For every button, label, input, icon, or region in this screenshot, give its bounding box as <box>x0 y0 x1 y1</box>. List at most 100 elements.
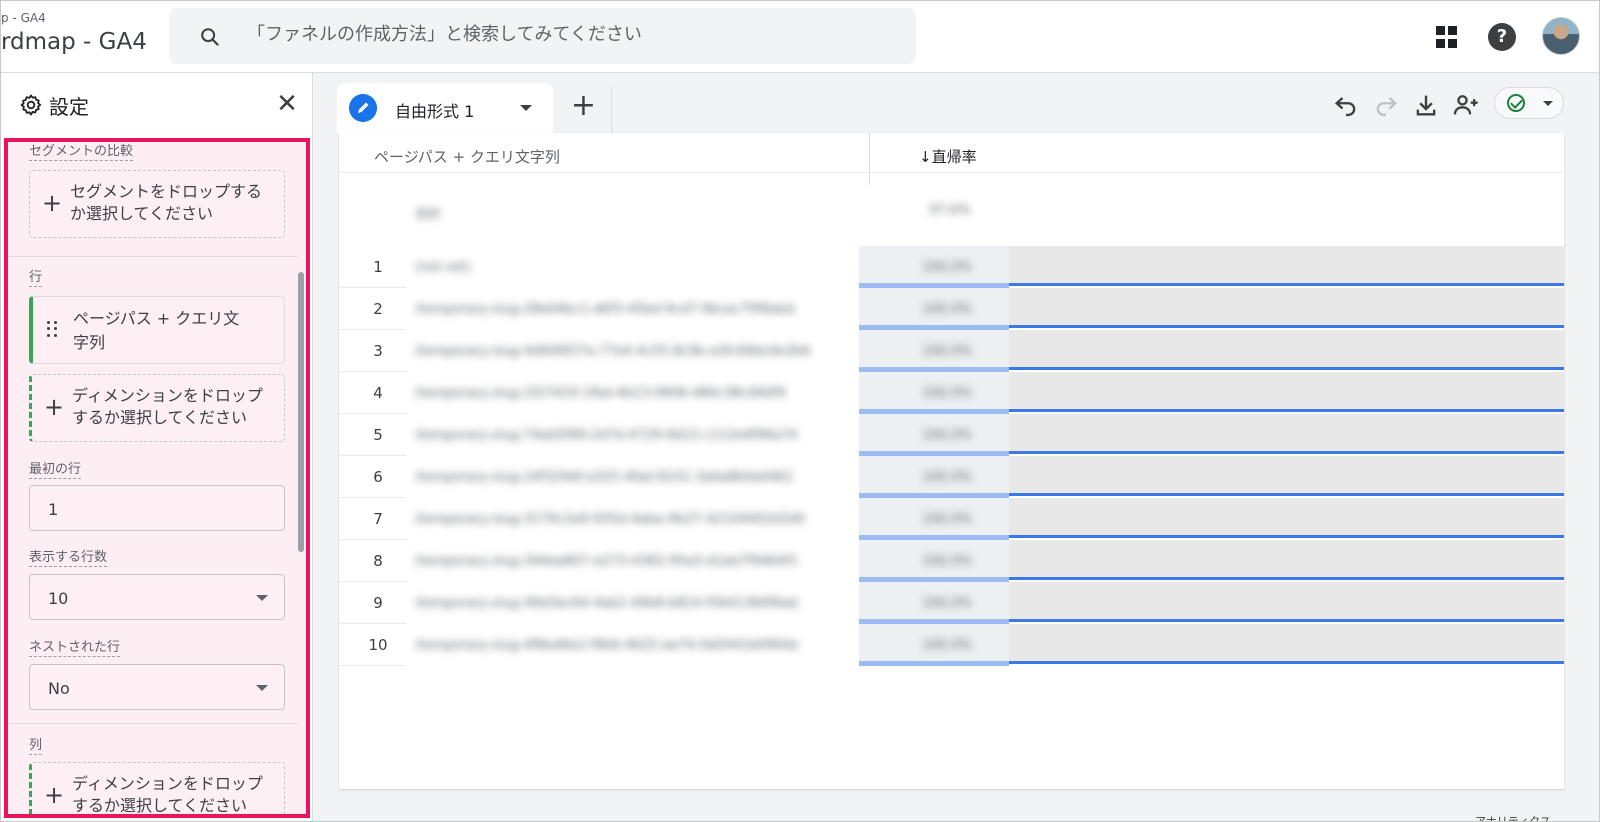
row-dimension-value: /temporary-slug-1f27419-1fbd-4b13-9906-4… <box>415 386 786 401</box>
row-number: 8 <box>373 552 383 570</box>
row-metric-value: 100.0% <box>922 470 972 485</box>
row-metric-value: 100.0% <box>922 638 972 653</box>
plus-icon: + <box>44 781 65 809</box>
rows-to-show-value: 10 <box>48 589 69 608</box>
app-window: p - GA4 rdmap - GA4 ? 設定 ✕ セグメントの比較 <box>0 0 1600 822</box>
row-metric-value: 100.0% <box>922 596 972 611</box>
dimension-column-header[interactable]: ページパス + クエリ文字列 <box>374 146 560 167</box>
rows-to-show-select[interactable]: 10 <box>29 574 285 620</box>
table-row[interactable]: 10 /temporary-slug-4f8ed6e2-f9b6-4625-ae… <box>339 624 1564 666</box>
plus-icon: + <box>44 393 65 421</box>
nested-rows-select[interactable]: No <box>29 664 285 710</box>
plus-icon: + <box>42 189 63 217</box>
top-bar: p - GA4 rdmap - GA4 ? <box>1 1 1599 73</box>
rows-label: 行 <box>29 270 43 287</box>
add-tab-button[interactable]: + <box>556 83 612 133</box>
row-number: 6 <box>373 468 383 486</box>
segment-drop-zone[interactable]: + セグメントをドロップするか選択してください <box>29 170 285 238</box>
row-metric-value: 100.0% <box>922 512 972 527</box>
row-metric-value: 100.0% <box>922 260 972 275</box>
report-table: ページパス + クエリ文字列 ↓直帰率 合計 97.6% 1 (not set)… <box>339 133 1564 789</box>
row-metric-value: 100.0% <box>922 302 972 317</box>
chevron-down-icon[interactable] <box>520 105 532 111</box>
pencil-icon[interactable] <box>349 94 377 122</box>
row-metric-value: 100.0% <box>922 386 972 401</box>
row-dimension-value: /temporary-slug-344ea807-e273-4382-95a3-… <box>415 554 799 569</box>
table-row[interactable]: 9 /temporary-slug-49d3ac64-4ab2-49b8-b81… <box>339 582 1564 624</box>
row-metric-value: 100.0% <box>922 344 972 359</box>
total-value: 97.6% <box>929 203 971 218</box>
row-dimension-label: ページパス + クエリ文字列 <box>73 309 240 352</box>
rows-to-show-label: 表示する行数 <box>29 550 108 567</box>
help-icon[interactable]: ? <box>1488 23 1516 51</box>
tab-label: 自由形式 1 <box>395 102 475 121</box>
total-label: 合計 <box>415 207 442 222</box>
table-row[interactable]: 5 /temporary-slug-74ab5f99-2d7d-4729-9d1… <box>339 414 1564 456</box>
settings-title: 設定 <box>49 95 89 119</box>
row-number: 7 <box>373 510 383 528</box>
tab-freeform-1[interactable]: 自由形式 1 <box>337 83 553 133</box>
row-dimension-value: /temporary-slug-4d649f27a-77e4-4c55-8c9b… <box>415 344 811 359</box>
apps-icon[interactable] <box>1433 23 1461 51</box>
search-box[interactable] <box>169 8 916 64</box>
settings-panel: 設定 ✕ セグメントの比較 + セグメントをドロップするか選択してください 行 … <box>1 73 313 821</box>
nested-rows-value: No <box>48 679 70 698</box>
table-row[interactable]: 4 /temporary-slug-1f27419-1fbd-4b13-9906… <box>339 372 1564 414</box>
divider <box>8 723 298 724</box>
segment-drop-text: セグメントをドロップするか選択してください <box>70 182 263 223</box>
row-dimension-value: /temporary-slug-49d3ac64-4ab2-49b8-b814-… <box>415 596 798 611</box>
gear-icon <box>20 94 42 116</box>
chevron-down-icon <box>1543 101 1553 106</box>
row-number: 4 <box>373 384 383 402</box>
search-icon <box>201 28 220 47</box>
first-row-input[interactable]: 1 <box>29 485 285 531</box>
row-dimension-value: /temporary-slug-28e04bc1-d6f3-45bd-9cd7-… <box>415 302 795 317</box>
metric-column-header[interactable]: ↓直帰率 <box>919 146 977 167</box>
row-dimension-value: /temporary-slug-4f8ed6e2-f9b6-4625-ae74-… <box>415 638 799 653</box>
avatar[interactable] <box>1542 17 1580 55</box>
nested-rows-label: ネストされた行 <box>29 640 121 657</box>
row-number: 2 <box>373 300 383 318</box>
first-row-label: 最初の行 <box>29 462 82 479</box>
download-icon[interactable] <box>1412 91 1440 119</box>
dimension-drop-text: ディメンションをドロップするか選択してください <box>72 386 263 427</box>
chevron-down-icon <box>256 685 268 691</box>
redo-icon[interactable] <box>1372 91 1400 119</box>
row-dimension-value: (not set) <box>415 260 471 275</box>
table-row[interactable]: 8 /temporary-slug-344ea807-e273-4382-95a… <box>339 540 1564 582</box>
chevron-down-icon <box>256 595 268 601</box>
column-divider <box>869 133 870 185</box>
header-divider <box>339 172 1564 173</box>
table-row[interactable]: 6 /temporary-slug-24f329df-a325-4fad-810… <box>339 456 1564 498</box>
status-menu[interactable] <box>1494 87 1564 119</box>
row-dimension-value: /temporary-slug-24f329df-a325-4fad-8101-… <box>415 470 794 485</box>
first-row-value: 1 <box>48 500 59 519</box>
table-row[interactable]: 2 /temporary-slug-28e04bc1-d6f3-45bd-9cd… <box>339 288 1564 330</box>
column-drop-text: ディメンションをドロップするか選択してください <box>72 774 263 815</box>
row-number: 10 <box>368 636 388 654</box>
row-metric-value: 100.0% <box>922 428 972 443</box>
close-icon[interactable]: ✕ <box>275 91 299 117</box>
segment-compare-label: セグメントの比較 <box>29 144 134 161</box>
drag-handle-icon[interactable] <box>47 321 57 337</box>
property-title[interactable]: rdmap - GA4 <box>1 29 147 55</box>
row-dimension-value: /temporary-slug-74ab5f99-2d7d-4729-9d12-… <box>415 428 798 443</box>
footer-hint: アナリティクス <box>1475 815 1551 822</box>
table-row[interactable]: 3 /temporary-slug-4d649f27a-77e4-4c55-8c… <box>339 330 1564 372</box>
dimension-drop-zone[interactable]: + ディメンションをドロップするか選択してください <box>29 374 285 442</box>
table-row[interactable]: 1 (not set) 100.0% <box>339 246 1564 288</box>
row-number: 3 <box>373 342 383 360</box>
breadcrumb[interactable]: p - GA4 <box>1 11 46 25</box>
row-dimension-chip[interactable]: ページパス + クエリ文字列 <box>29 296 285 364</box>
row-dimension-value: /temporary-slug-3179c2a9-935d-4aba-9b27-… <box>415 512 806 527</box>
scrollbar[interactable] <box>298 272 304 552</box>
table-row[interactable]: 7 /temporary-slug-3179c2a9-935d-4aba-9b2… <box>339 498 1564 540</box>
undo-icon[interactable] <box>1332 91 1360 119</box>
share-user-icon[interactable] <box>1452 91 1480 119</box>
row-number: 9 <box>373 594 383 612</box>
row-number: 1 <box>373 258 383 276</box>
search-input[interactable] <box>247 24 887 45</box>
settings-header: 設定 ✕ <box>1 73 313 137</box>
row-metric-value: 100.0% <box>922 554 972 569</box>
column-drop-zone[interactable]: + ディメンションをドロップするか選択してください <box>29 762 285 815</box>
